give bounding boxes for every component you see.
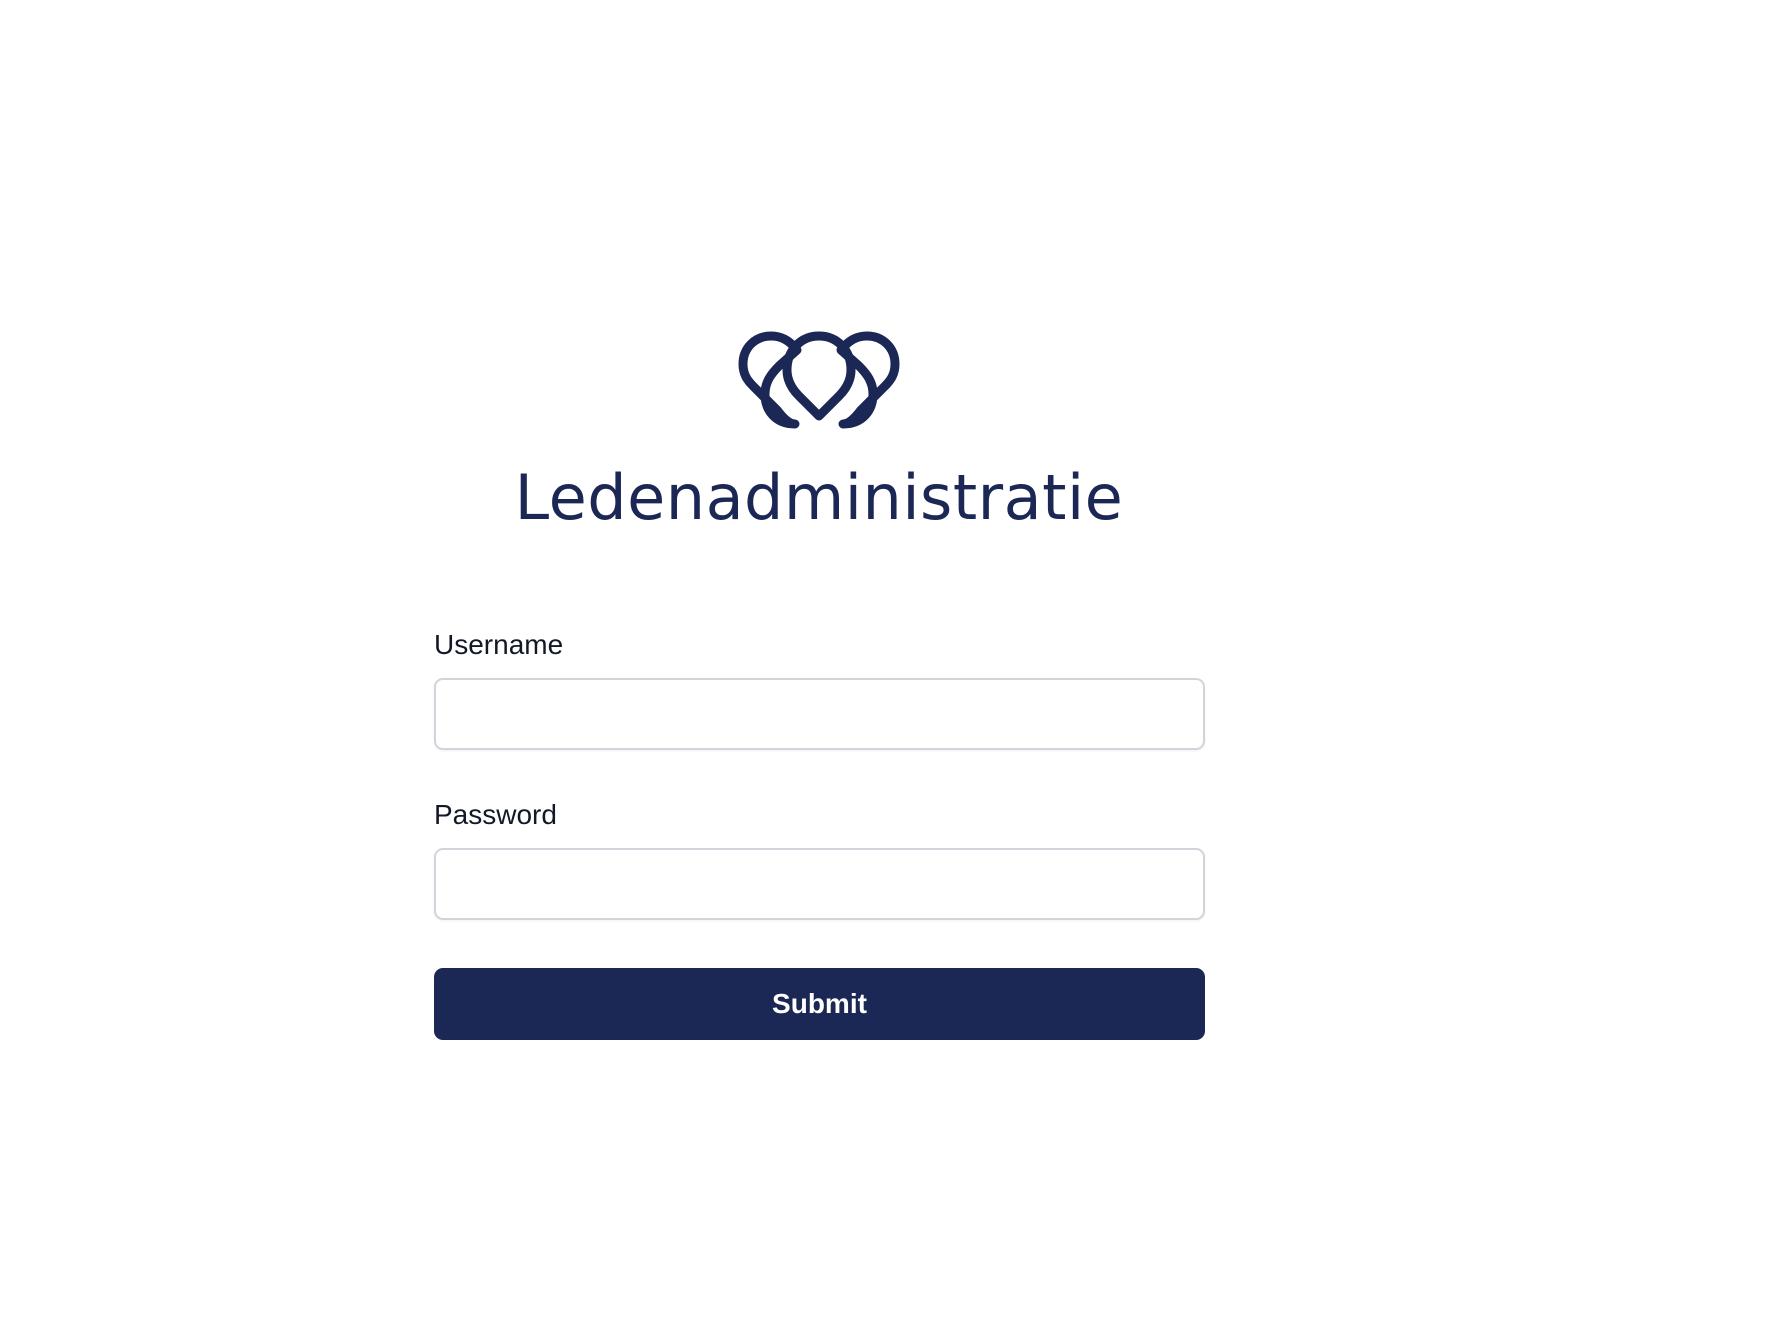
username-input[interactable] <box>434 678 1205 750</box>
password-field-group: Password <box>434 798 1205 920</box>
brand-header: Ledenadministratie <box>434 330 1204 534</box>
login-form: Username Password Submit <box>434 628 1205 1040</box>
password-label: Password <box>434 799 557 830</box>
login-page: Ledenadministratie Username Password Sub… <box>0 0 1784 1328</box>
username-label: Username <box>434 629 564 660</box>
password-input[interactable] <box>434 848 1205 920</box>
submit-button[interactable]: Submit <box>434 968 1205 1040</box>
interlocking-loops-logo-icon <box>738 331 900 429</box>
app-title: Ledenadministratie <box>514 461 1124 534</box>
username-field-group: Username <box>434 628 1205 750</box>
